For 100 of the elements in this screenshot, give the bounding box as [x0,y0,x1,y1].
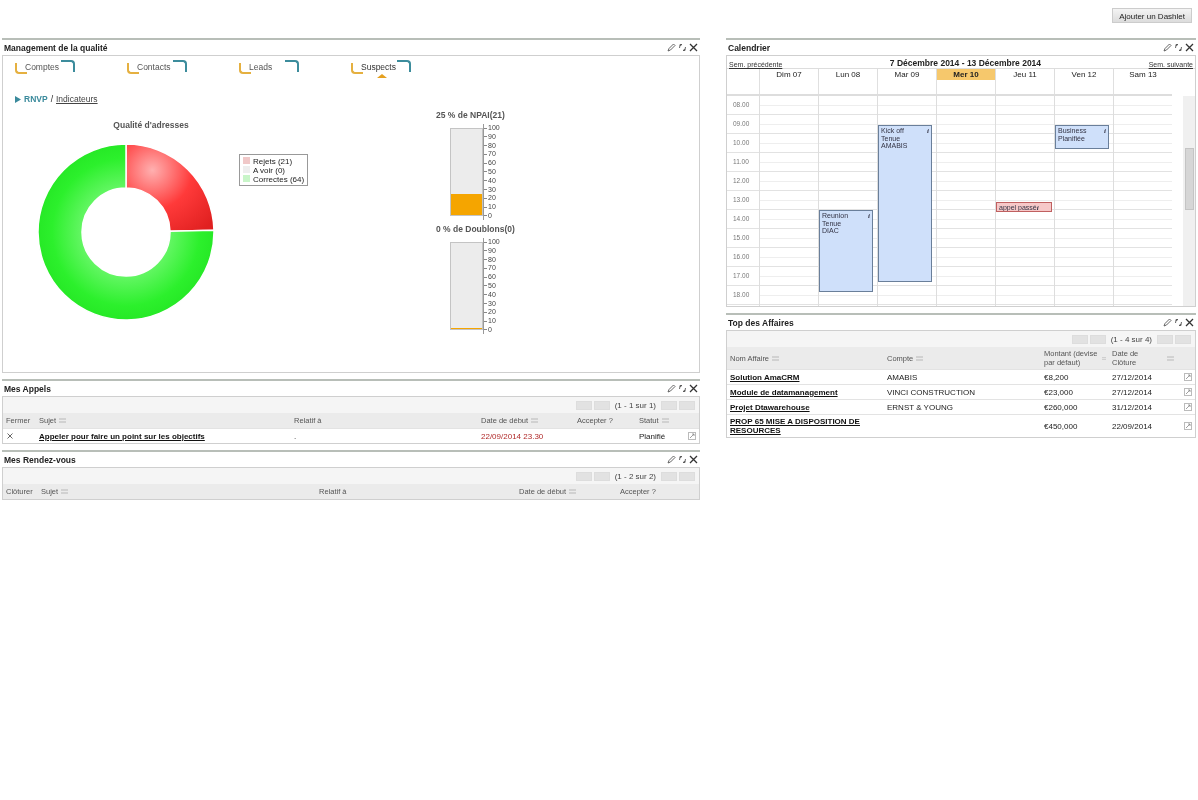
close-icon[interactable] [1185,43,1194,52]
table-cell-text: €450,000 [1043,420,1079,433]
legend-label: A voir (0) [253,165,286,175]
table-cell-text: . [293,430,298,443]
dashlet-title: Calendrier [728,42,771,53]
table-cell-text: Planifié [638,430,667,443]
sort-icon[interactable] [1167,355,1174,361]
first-page-button[interactable] [1071,334,1088,344]
close-icon[interactable] [689,43,698,52]
edit-icon[interactable] [667,455,676,464]
refresh-icon[interactable] [1174,43,1183,52]
day-header: Jeu 11 [995,69,1054,80]
refresh-icon[interactable] [1174,318,1183,327]
previous-page-button[interactable] [593,471,610,481]
previous-page-button[interactable] [1089,334,1106,344]
edit-icon[interactable] [667,384,676,393]
tick-mark [484,285,487,287]
last-page-button[interactable] [679,471,695,481]
table-cell-text: €23,000 [1043,386,1074,399]
tick-mark [484,145,487,147]
sort-icon[interactable] [1101,355,1106,361]
table-cell-text: 22/09/2014 23.30 [480,430,545,443]
dashlet-title: Management de la qualité [4,42,108,53]
breadcrumb-item[interactable]: RNVP [24,94,48,104]
tab[interactable]: Comptes [15,60,75,78]
add-dashlet-button[interactable]: Ajouter un Dashlet [1112,8,1192,23]
sort-icon[interactable] [531,418,539,423]
pager-text: (1 - 2 sur 2) [613,471,657,481]
breadcrumb-separator: / [50,94,53,104]
tick-mark [484,267,487,269]
legend-label: Correctes (64) [253,174,305,184]
next-page-button[interactable] [1157,334,1173,344]
table-cell-text: 27/12/2014 [1111,371,1154,384]
record-link[interactable]: Projet Dtawarehouse [727,400,884,414]
edit-icon[interactable] [667,43,676,52]
tick-mark [484,171,487,173]
sort-icon[interactable] [661,418,669,423]
tick-mark [484,276,487,278]
close-icon[interactable] [689,455,698,464]
table-cell-text: ERNST & YOUNG [886,401,954,414]
tick-mark [484,294,487,296]
tick-mark [484,215,487,217]
previous-page-button[interactable] [593,400,610,410]
first-page-button[interactable] [575,471,592,481]
tick-mark [484,189,487,191]
refresh-icon[interactable] [678,455,687,464]
table-cell-text: AMABIS [886,371,919,384]
sort-icon[interactable] [61,489,69,494]
tick-mark [484,259,487,261]
tick-mark [484,206,487,208]
table-cell-text: 22/09/2014 [1111,420,1154,433]
edit-icon[interactable] [1184,373,1192,381]
refresh-icon[interactable] [678,43,687,52]
gauge-title: 25 % de NPAI(21) [436,110,506,120]
edit-icon[interactable] [1184,388,1192,396]
tab[interactable]: Leads [239,60,299,78]
last-page-button[interactable] [1175,334,1191,344]
tab[interactable]: Suspects [351,60,411,78]
tick-mark [484,197,487,199]
sort-icon[interactable] [569,489,577,494]
close-icon[interactable] [1185,318,1194,327]
tick-mark [484,162,487,164]
close-icon[interactable] [6,432,14,440]
tick-mark [484,153,487,155]
day-header: Mer 10 [936,69,995,80]
chart-title: Qualité d'adresses [113,120,189,130]
edit-icon[interactable] [688,432,696,440]
refresh-icon[interactable] [678,384,687,393]
tick-mark [484,250,487,252]
edit-icon[interactable] [1184,422,1192,430]
next-page-button[interactable] [661,471,677,481]
record-link[interactable]: Solution AmaCRM [727,370,884,384]
chart-legend [239,154,308,186]
table-cell-text: €8,200 [1043,371,1070,384]
tab[interactable]: Contacts [127,60,187,78]
edit-icon[interactable] [1163,43,1172,52]
close-icon[interactable] [689,384,698,393]
first-page-button[interactable] [575,400,592,410]
sort-icon[interactable] [916,355,924,361]
last-page-button[interactable] [679,400,695,410]
tick-mark [484,303,487,305]
record-link[interactable]: Module de datamanagement [727,385,884,399]
table-cell-text: VINCI CONSTRUCTION [886,386,976,399]
date-range: 7 Décembre 2014 - 13 Décembre 2014 [889,58,1042,68]
edit-icon[interactable] [1184,403,1192,411]
scrollbar-thumb[interactable] [1185,148,1194,210]
table-cell-text: 31/12/2014 [1111,401,1154,414]
record-link[interactable]: Appeler pour faire un point sur les objectifs [36,429,291,443]
sort-icon[interactable] [59,418,67,423]
next-page-button[interactable] [661,400,677,410]
scrollbar[interactable] [1183,96,1195,306]
tick-mark [484,329,487,331]
record-link[interactable]: PROP 65 MISE A DISPOSITION DE RESOURCES [727,415,884,437]
edit-icon[interactable] [1163,318,1172,327]
gauge-title: 0 % de Doublons(0) [436,224,515,234]
legend-label: Rejets (21) [253,156,293,166]
breadcrumb-link[interactable]: Indicateurs [56,94,98,104]
day-header: Lun 08 [818,69,877,80]
sort-icon[interactable] [772,355,780,361]
tick-mark [484,311,487,313]
